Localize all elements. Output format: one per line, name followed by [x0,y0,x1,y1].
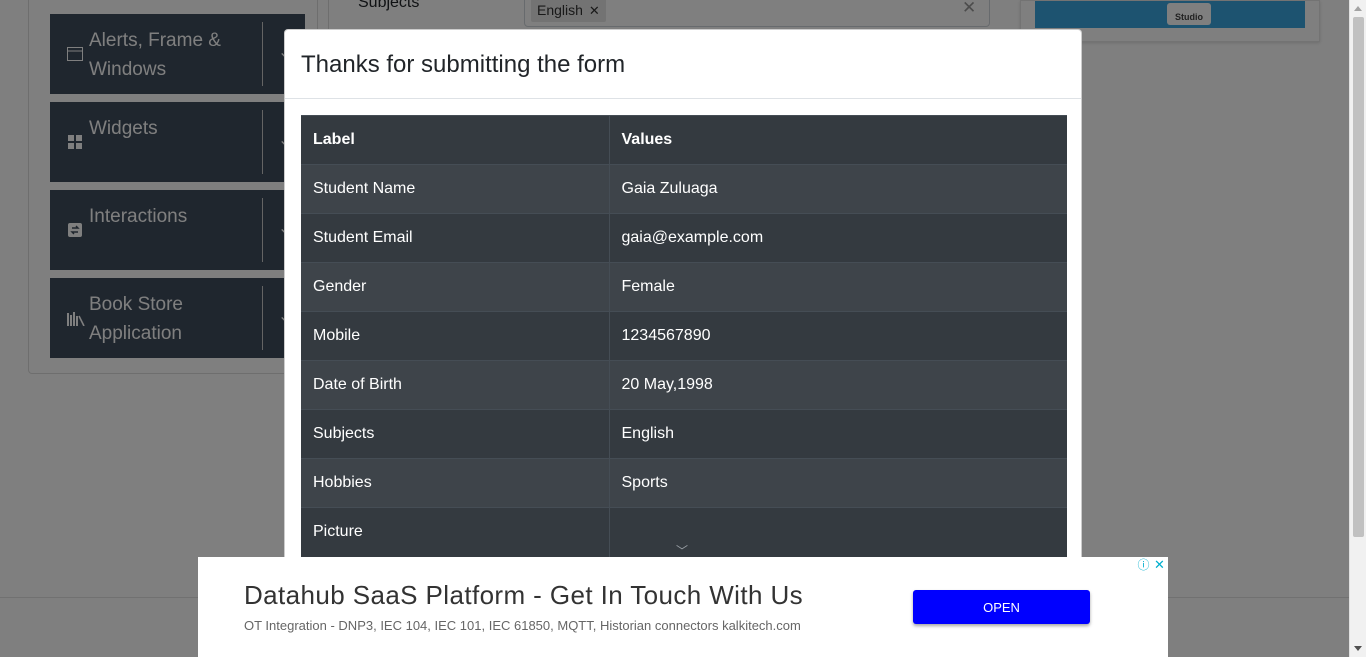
row-value: 20 May,1998 [609,360,1067,410]
ad-title[interactable]: Datahub SaaS Platform - Get In Touch Wit… [244,580,803,611]
row-value: Female [609,262,1067,312]
table-row: Subjects English [301,409,1067,459]
row-label: Subjects [301,409,610,459]
scrollbar-thumb[interactable] [1353,17,1364,537]
modal-title: Thanks for submitting the form [301,51,626,78]
row-label: Gender [301,262,610,312]
modal-header: Thanks for submitting the form [285,30,1081,99]
row-label: Date of Birth [301,360,610,410]
scroll-down-icon[interactable] [1354,646,1362,651]
row-label: Student Email [301,213,610,263]
row-label: Picture [301,507,610,557]
table-header-row: Label Values [301,115,1067,165]
row-value: 1234567890 [609,311,1067,361]
row-label: Hobbies [301,458,610,508]
ad-banner[interactable]: Datahub SaaS Platform - Get In Touch Wit… [198,557,1168,657]
table-row: Hobbies Sports [301,458,1067,508]
info-icon[interactable]: ⓘ [1136,558,1151,572]
row-value: English [609,409,1067,459]
ad-subtitle: OT Integration - DNP3, IEC 104, IEC 101,… [244,618,801,633]
scroll-up-icon[interactable] [1354,6,1362,11]
vertical-scrollbar[interactable] [1349,0,1366,657]
row-value: Sports [609,458,1067,508]
row-value: Gaia Zuluaga [609,164,1067,214]
results-table: Label Values Student Name Gaia Zuluaga S… [301,115,1067,557]
close-icon[interactable]: ✕ [1152,558,1167,572]
table-row: Student Name Gaia Zuluaga [301,164,1067,214]
row-label: Student Name [301,164,610,214]
table-row: Gender Female [301,262,1067,312]
column-header-label: Label [301,115,610,165]
row-label: Mobile [301,311,610,361]
table-row: Student Email gaia@example.com [301,213,1067,263]
table-row: Date of Birth 20 May,1998 [301,360,1067,410]
row-value: gaia@example.com [609,213,1067,263]
table-row: Mobile 1234567890 [301,311,1067,361]
column-header-values: Values [609,115,1067,165]
ad-open-button[interactable]: OPEN [913,590,1090,624]
